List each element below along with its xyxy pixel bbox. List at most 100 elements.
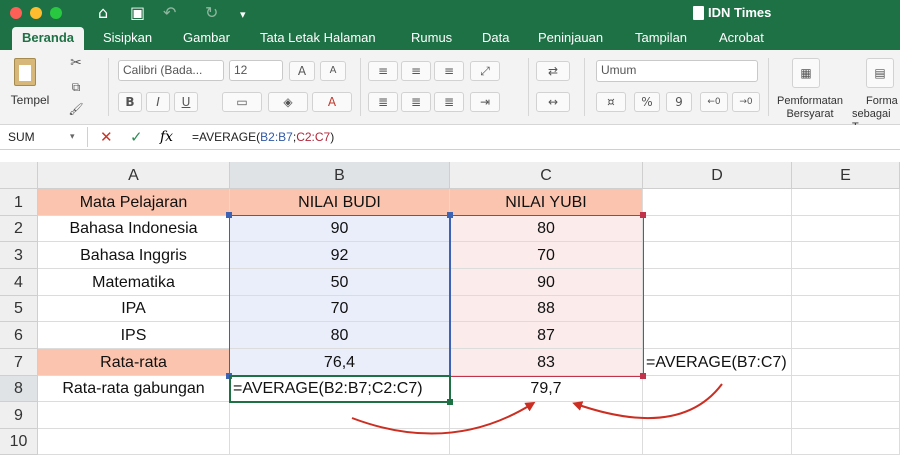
decrease-decimal-icon[interactable]: →0 [732, 92, 760, 112]
align-middle-icon[interactable]: ≡ [401, 61, 431, 81]
column-header-a[interactable]: A [38, 162, 230, 189]
font-color-icon[interactable]: A [312, 92, 352, 112]
select-all-button[interactable] [0, 162, 38, 189]
align-center-icon[interactable]: ≣ [401, 92, 431, 112]
underline-button[interactable]: U [174, 92, 198, 112]
conditional-format-icon[interactable]: ▦ [792, 58, 820, 88]
cell-e7[interactable] [792, 349, 900, 376]
window-minimize-button[interactable] [30, 7, 42, 19]
range-handle[interactable] [447, 212, 453, 218]
cell-e3[interactable] [792, 242, 900, 269]
comma-button[interactable]: 9 [666, 92, 692, 112]
indent-icon[interactable]: ⇥ [470, 92, 500, 112]
cell-b9[interactable] [230, 402, 450, 429]
paste-label[interactable]: Tempel [8, 94, 52, 107]
cell-d4[interactable] [643, 269, 792, 296]
window-maximize-button[interactable] [50, 7, 62, 19]
tab-tampilan[interactable]: Tampilan [635, 30, 687, 46]
cell-a5[interactable]: IPA [38, 296, 230, 322]
row-header-5[interactable]: 5 [0, 296, 38, 322]
cell-b6[interactable]: 80 [230, 322, 450, 349]
cell-d10[interactable] [643, 429, 792, 455]
border-icon[interactable]: ▭ [222, 92, 262, 112]
row-header-9[interactable]: 9 [0, 402, 38, 429]
range-handle[interactable] [640, 373, 646, 379]
cell-c10[interactable] [450, 429, 643, 455]
cell-d7[interactable]: =AVERAGE(B7:C7) [643, 349, 792, 376]
font-name-select[interactable]: Calibri (Bada... [118, 60, 224, 81]
fill-handle[interactable] [447, 399, 453, 405]
cell-a9[interactable] [38, 402, 230, 429]
align-right-icon[interactable]: ≣ [434, 92, 464, 112]
format-as-table-label-1[interactable]: Forma [852, 95, 900, 108]
percent-button[interactable]: % [634, 92, 660, 112]
increase-font-icon[interactable]: A [289, 61, 315, 81]
font-size-select[interactable]: 12 [229, 60, 283, 81]
cell-e1[interactable] [792, 189, 900, 216]
cell-b7[interactable]: 76,4 [230, 349, 450, 376]
column-header-b[interactable]: B [230, 162, 450, 189]
cell-e8[interactable] [792, 376, 900, 402]
cell-e10[interactable] [792, 429, 900, 455]
increase-decimal-icon[interactable]: ←0 [700, 92, 728, 112]
italic-button[interactable]: I [146, 92, 170, 112]
window-close-button[interactable] [10, 7, 22, 19]
cut-icon[interactable]: ✂ [66, 54, 86, 74]
cell-b10[interactable] [230, 429, 450, 455]
cell-c9[interactable] [450, 402, 643, 429]
currency-icon[interactable]: ¤ [596, 92, 626, 112]
cell-b2[interactable]: 90 [230, 216, 450, 242]
cell-b4[interactable]: 50 [230, 269, 450, 296]
cell-a1[interactable]: Mata Pelajaran [38, 189, 230, 216]
insert-function-icon[interactable]: fx [160, 128, 173, 146]
bold-button[interactable]: B [118, 92, 142, 112]
row-header-3[interactable]: 3 [0, 242, 38, 269]
customize-icon[interactable]: ▾ [240, 5, 246, 25]
tab-rumus[interactable]: Rumus [411, 30, 452, 46]
cell-d9[interactable] [643, 402, 792, 429]
cell-d1[interactable] [643, 189, 792, 216]
cell-e4[interactable] [792, 269, 900, 296]
cell-a7[interactable]: Rata-rata [38, 349, 230, 376]
decrease-font-icon[interactable]: A [320, 61, 346, 81]
cell-d3[interactable] [643, 242, 792, 269]
merge-center-icon[interactable]: ↔ [536, 92, 570, 112]
enter-icon[interactable]: ✓ [130, 128, 143, 146]
save-icon[interactable]: ▣ [130, 3, 145, 23]
cell-d6[interactable] [643, 322, 792, 349]
row-header-4[interactable]: 4 [0, 269, 38, 296]
home-icon[interactable]: ⌂ [98, 3, 108, 23]
conditional-format-label-1[interactable]: Pemformatan [772, 95, 848, 108]
cell-b1[interactable]: NILAI BUDI [230, 189, 450, 216]
align-left-icon[interactable]: ≣ [368, 92, 398, 112]
formula-input[interactable]: =AVERAGE(B2:B7;C2:C7) [192, 130, 334, 145]
row-header-10[interactable]: 10 [0, 429, 38, 455]
cell-e6[interactable] [792, 322, 900, 349]
row-header-6[interactable]: 6 [0, 322, 38, 349]
cell-c8[interactable]: 79,7 [450, 376, 643, 402]
conditional-format-label-2[interactable]: Bersyarat [772, 108, 848, 121]
cell-c7[interactable]: 83 [450, 349, 643, 376]
tab-gambar[interactable]: Gambar [183, 30, 230, 46]
tab-beranda[interactable]: Beranda [12, 27, 85, 50]
range-handle[interactable] [640, 212, 646, 218]
cell-c1[interactable]: NILAI YUBI [450, 189, 643, 216]
cell-d2[interactable] [643, 216, 792, 242]
cell-e2[interactable] [792, 216, 900, 242]
row-header-8[interactable]: 8 [0, 376, 38, 402]
cell-c3[interactable]: 70 [450, 242, 643, 269]
cancel-icon[interactable]: ✕ [100, 128, 113, 146]
cell-b8[interactable]: =AVERAGE(B2:B7;C2:C7) [230, 376, 450, 402]
tab-sisipkan[interactable]: Sisipkan [103, 30, 152, 46]
cell-a4[interactable]: Matematika [38, 269, 230, 296]
column-header-e[interactable]: E [792, 162, 900, 189]
cell-c2[interactable]: 80 [450, 216, 643, 242]
orientation-icon[interactable]: ⤢ [470, 61, 500, 81]
range-handle[interactable] [226, 212, 232, 218]
cell-e5[interactable] [792, 296, 900, 322]
tab-peninjauan[interactable]: Peninjauan [538, 30, 603, 46]
cell-c6[interactable]: 87 [450, 322, 643, 349]
row-header-1[interactable]: 1 [0, 189, 38, 216]
fill-color-icon[interactable]: ◈ [268, 92, 308, 112]
cell-c4[interactable]: 90 [450, 269, 643, 296]
